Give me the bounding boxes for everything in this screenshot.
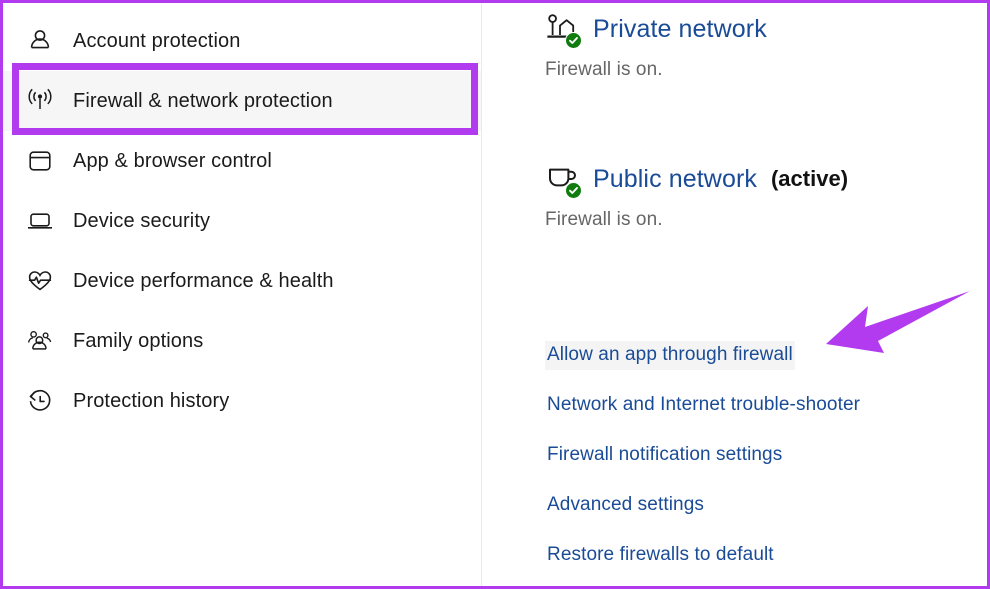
link-row[interactable]: Allow an app through firewall — [545, 330, 965, 380]
sidebar-item-family-options[interactable]: Family options — [3, 311, 481, 371]
public-network-cafe-icon — [545, 162, 582, 199]
link-network-and-internet-trouble-shooter[interactable]: Network and Internet trouble-shooter — [545, 391, 862, 420]
public-network-section: Public network (active) Firewall is on. — [483, 159, 987, 231]
firewall-links-list: Allow an app through firewall Network an… — [545, 330, 965, 580]
person-icon — [23, 28, 57, 54]
sidebar-item-protection-history[interactable]: Protection history — [3, 371, 481, 431]
status-ok-badge — [565, 32, 582, 49]
private-network-title-link[interactable]: Private network — [593, 15, 767, 44]
link-advanced-settings[interactable]: Advanced settings — [545, 491, 706, 520]
sidebar-item-label: Account protection — [73, 29, 241, 52]
sidebar-item-device-security[interactable]: Device security — [3, 191, 481, 251]
sidebar-item-firewall-network-protection[interactable]: Firewall & network protection — [3, 71, 481, 131]
link-row[interactable]: Restore firewalls to default — [545, 530, 965, 580]
status-ok-badge — [565, 182, 582, 199]
sidebar-item-app-browser-control[interactable]: App & browser control — [3, 131, 481, 191]
sidebar-item-label: Protection history — [73, 389, 230, 412]
private-network-home-icon — [545, 12, 582, 49]
firewall-detail-pane: Private network Firewall is on. Public n… — [483, 3, 987, 586]
sidebar-item-label: Device performance & health — [73, 269, 334, 292]
clock-history-icon — [23, 388, 57, 414]
people-group-icon — [23, 328, 57, 354]
link-row[interactable]: Network and Internet trouble-shooter — [545, 380, 965, 430]
link-row[interactable]: Firewall notification settings — [545, 430, 965, 480]
wifi-signal-icon — [23, 87, 57, 115]
link-row[interactable]: Advanced settings — [545, 480, 965, 530]
sidebar-item-label: App & browser control — [73, 149, 272, 172]
sidebar-item-label: Family options — [73, 329, 204, 352]
sidebar-item-label: Device security — [73, 209, 211, 232]
sidebar-item-device-performance-health[interactable]: Device performance & health — [3, 251, 481, 311]
sidebar-item-account-protection[interactable]: Account protection — [3, 11, 481, 71]
public-network-title-link[interactable]: Public network — [593, 165, 757, 194]
windows-security-firewall-screen: Account protection Firewall & network pr… — [0, 0, 990, 589]
heart-pulse-icon — [23, 268, 57, 294]
app-window-icon — [23, 148, 57, 174]
laptop-icon — [23, 209, 57, 233]
public-network-status-text: Firewall is on. — [545, 209, 663, 230]
link-allow-an-app-through-firewall[interactable]: Allow an app through firewall — [545, 340, 795, 370]
public-network-heading-row: Public network (active) — [483, 159, 987, 199]
private-network-status-text: Firewall is on. — [545, 59, 663, 80]
public-network-active-badge: (active) — [770, 166, 849, 191]
sidebar-item-label: Firewall & network protection — [73, 89, 333, 112]
link-firewall-notification-settings[interactable]: Firewall notification settings — [545, 441, 784, 470]
private-network-section: Private network Firewall is on. — [483, 9, 987, 81]
link-restore-firewalls-to-default[interactable]: Restore firewalls to default — [545, 541, 776, 570]
sidebar-navigation: Account protection Firewall & network pr… — [3, 3, 482, 586]
private-network-heading-row: Private network — [483, 9, 987, 49]
